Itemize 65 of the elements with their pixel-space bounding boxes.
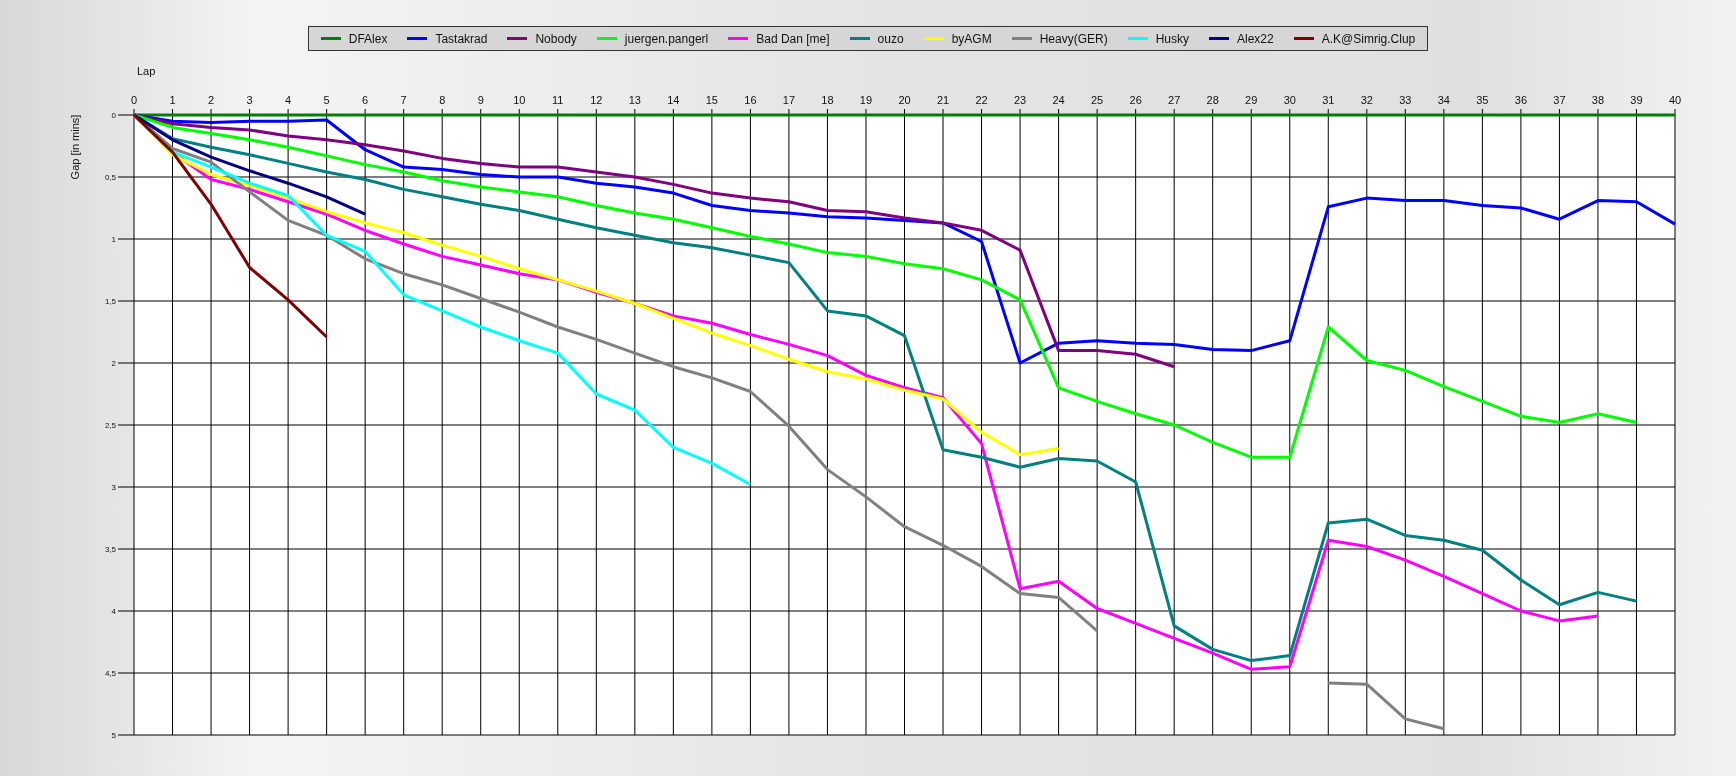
x-tick-label: 25 bbox=[1091, 94, 1104, 106]
x-tick-label: 39 bbox=[1630, 94, 1643, 106]
x-tick-label: 8 bbox=[439, 94, 446, 106]
x-tick-label: 30 bbox=[1283, 94, 1296, 106]
x-tick-label: 10 bbox=[513, 94, 526, 106]
x-tick-label: 36 bbox=[1514, 94, 1528, 106]
y-axis-title: Gap [in mins] bbox=[69, 114, 81, 180]
legend-label: juergen.pangerl bbox=[624, 31, 709, 46]
x-tick-label: 31 bbox=[1322, 94, 1335, 106]
x-tick-label: 22 bbox=[975, 94, 988, 106]
legend-label: Nobody bbox=[535, 31, 577, 46]
y-tick-label: 0,5 bbox=[104, 173, 116, 182]
x-tick-label: 13 bbox=[628, 94, 641, 106]
y-tick-label: 3,5 bbox=[104, 545, 116, 554]
x-tick-label: 35 bbox=[1476, 94, 1489, 106]
x-tick-label: 9 bbox=[477, 94, 484, 106]
legend-label: ouzo bbox=[877, 31, 904, 46]
y-tick-label: 4,5 bbox=[104, 669, 116, 678]
x-tick-label: 4 bbox=[285, 94, 292, 106]
legend-label: Heavy(GER) bbox=[1039, 31, 1108, 46]
x-tick-label: 21 bbox=[936, 94, 950, 106]
x-tick-label: 40 bbox=[1668, 94, 1682, 106]
x-axis-title: Lap bbox=[137, 65, 156, 77]
x-tick-label: 0 bbox=[130, 94, 138, 106]
x-tick-label: 19 bbox=[859, 94, 873, 106]
y-tick-label: 2,5 bbox=[104, 421, 116, 430]
x-tick-label: 24 bbox=[1052, 94, 1065, 106]
x-tick-label: 1 bbox=[169, 94, 176, 106]
x-tick-label: 23 bbox=[1013, 94, 1027, 106]
legend-label: byAGM bbox=[951, 31, 992, 46]
x-tick-label: 18 bbox=[821, 94, 834, 106]
y-tick-label: 3 bbox=[111, 483, 116, 492]
legend-label: A.K@Simrig.Clup bbox=[1321, 31, 1416, 46]
legend-label: Husky bbox=[1155, 31, 1189, 46]
legend-label: DFAlex bbox=[348, 31, 388, 46]
x-tick-label: 32 bbox=[1360, 94, 1373, 106]
x-tick-label: 2 bbox=[208, 94, 215, 106]
y-tick-label: 4 bbox=[111, 607, 116, 616]
x-tick-label: 26 bbox=[1129, 94, 1142, 106]
y-tick-label: 5 bbox=[111, 731, 116, 740]
x-tick-label: 29 bbox=[1245, 94, 1258, 106]
x-tick-label: 20 bbox=[898, 94, 911, 106]
x-tick-label: 37 bbox=[1553, 94, 1566, 106]
legend-label: Bad Dan [me] bbox=[756, 31, 830, 46]
x-tick-label: 5 bbox=[323, 94, 330, 106]
x-tick-label: 27 bbox=[1168, 94, 1181, 106]
x-tick-label: 7 bbox=[400, 94, 407, 106]
x-tick-label: 14 bbox=[667, 94, 680, 106]
x-tick-label: 34 bbox=[1437, 94, 1450, 106]
legend-label: Alex22 bbox=[1237, 31, 1274, 46]
x-tick-label: 6 bbox=[362, 94, 369, 106]
y-tick-label: 1,5 bbox=[104, 297, 116, 306]
x-tick-label: 15 bbox=[705, 94, 718, 106]
y-tick-label: 1 bbox=[111, 235, 116, 244]
x-tick-label: 16 bbox=[744, 94, 757, 106]
x-tick-label: 17 bbox=[782, 94, 796, 106]
x-tick-label: 38 bbox=[1591, 94, 1605, 106]
x-tick-label: 12 bbox=[590, 94, 603, 106]
legend-label: Tastakrad bbox=[435, 31, 488, 46]
y-tick-label: 0 bbox=[111, 111, 116, 120]
x-tick-label: 33 bbox=[1399, 94, 1412, 106]
x-tick-label: 3 bbox=[246, 94, 253, 106]
y-tick-label: 2 bbox=[111, 359, 116, 368]
x-tick-label: 28 bbox=[1206, 94, 1219, 106]
x-tick-label: 11 bbox=[552, 94, 564, 106]
